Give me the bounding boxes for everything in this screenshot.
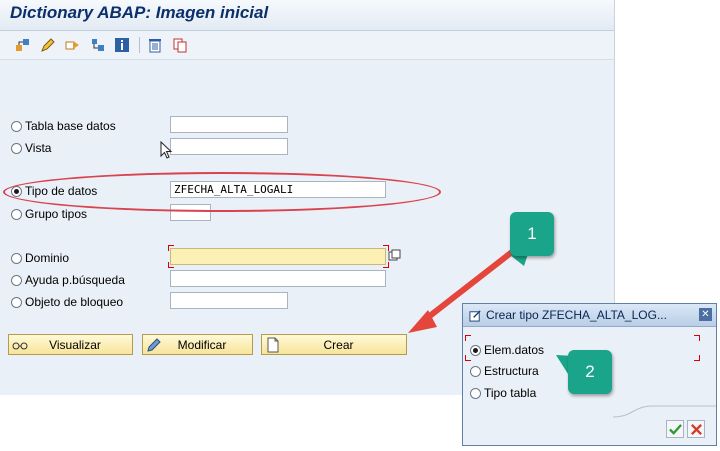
step-callout-1: 1 [510,212,554,256]
display-button-label: Visualizar [49,337,101,352]
focus-corner [168,262,174,268]
copy-icon[interactable] [171,36,189,54]
blank-page-icon [265,337,281,353]
radio-search-help[interactable]: Ayuda p.búsqueda [11,272,125,288]
create-button[interactable]: Crear [261,334,407,355]
other-object-icon[interactable] [14,36,32,54]
application-toolbar [0,31,614,60]
radio-label: Grupo tipos [25,207,88,221]
page-title: Dictionary ABAP: Imagen inicial [10,3,269,22]
check-icon[interactable] [64,36,82,54]
pencil-icon [146,337,162,353]
radio-database-table[interactable]: Tabla base datos [11,118,116,134]
glasses-icon [12,337,28,353]
radio-label: Dominio [25,251,70,265]
info-icon[interactable] [113,36,131,54]
dialog-divider [613,405,716,418]
radio-button[interactable] [470,365,481,377]
display-button[interactable]: Visualizar [8,334,133,355]
value-help-icon[interactable] [388,249,402,263]
lock-object-input[interactable] [170,292,288,309]
create-dialog-icon [469,309,482,322]
database-table-input[interactable] [170,116,288,133]
radio-label: Estructura [484,364,539,378]
focus-corner [694,355,700,361]
search-help-input[interactable] [170,270,386,287]
cancel-button[interactable] [687,420,705,438]
title-bar: Dictionary ABAP: Imagen inicial [0,0,614,31]
radio-view[interactable]: Vista [11,140,51,156]
edit-icon[interactable] [39,36,57,54]
radio-button[interactable] [11,296,22,308]
ok-button[interactable] [666,420,684,438]
radio-label: Objeto de bloqueo [25,295,124,309]
delete-icon[interactable] [146,36,164,54]
radio-label: Tipo tabla [484,386,537,400]
dialog-title-bar: Crear tipo ZFECHA_ALTA_LOG... ✕ [463,304,716,327]
change-button[interactable]: Modificar [142,334,253,355]
radio-lock-object[interactable]: Objeto de bloqueo [11,294,123,310]
activate-icon[interactable] [89,36,107,54]
radio-type-group[interactable]: Grupo tipos [11,206,87,222]
radio-label: Vista [25,141,52,155]
dialog-radio-table-type[interactable]: Tipo tabla [470,385,536,401]
radio-label: Ayuda p.búsqueda [25,273,125,287]
radio-domain[interactable]: Dominio [11,250,69,266]
radio-button[interactable] [11,142,22,154]
highlight-ellipse [3,172,441,212]
radio-button[interactable] [11,120,22,132]
radio-label: Tabla base datos [25,119,116,133]
radio-button[interactable] [11,252,22,264]
focus-corner [168,245,174,251]
checkmark-icon [668,423,682,435]
dialog-radio-data-element[interactable]: Elem.datos [470,342,544,358]
dialog-radio-structure[interactable]: Estructura [470,363,539,379]
domain-input[interactable] [170,248,386,265]
close-icon[interactable]: ✕ [699,308,712,321]
radio-button-selected[interactable] [470,344,481,356]
radio-button[interactable] [11,208,22,220]
radio-button[interactable] [470,387,481,399]
radio-label: Elem.datos [484,343,545,357]
mouse-cursor-icon [160,141,173,159]
toolbar-separator [139,37,140,53]
focus-corner [465,335,471,341]
step-callout-2: 2 [568,350,612,394]
cancel-x-icon [690,423,702,435]
radio-button[interactable] [11,274,22,286]
change-button-label: Modificar [177,337,227,352]
dialog-title: Crear tipo ZFECHA_ALTA_LOG... [486,308,667,322]
focus-corner [694,335,700,341]
create-button-label: Crear [323,337,354,352]
view-input[interactable] [170,138,288,155]
